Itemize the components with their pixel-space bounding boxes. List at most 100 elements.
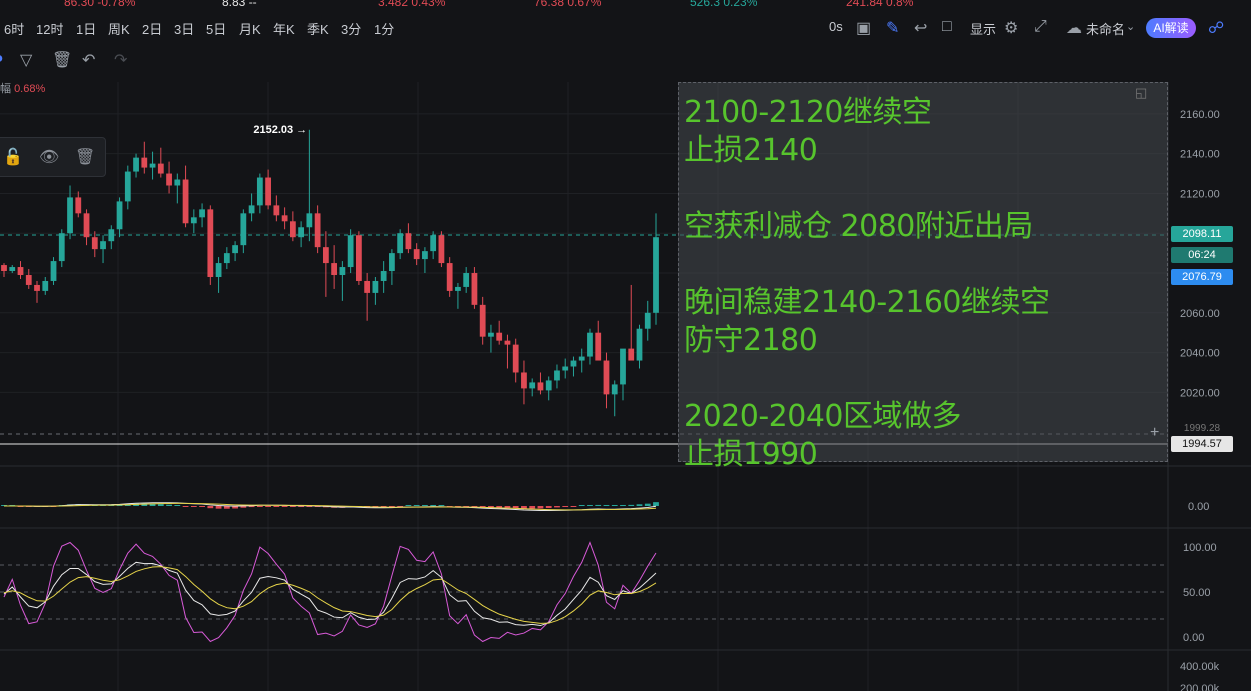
volume-axis-label: 200.00k <box>1180 683 1220 691</box>
candle-body <box>397 233 404 254</box>
candle-body <box>521 372 527 389</box>
volume-axis-label: 400.00k <box>1180 661 1220 673</box>
candle-body <box>389 253 395 272</box>
resize-handle-icon[interactable]: ◱ <box>1135 85 1147 101</box>
unlock-icon[interactable]: 🔓 <box>3 147 23 167</box>
macd-bar <box>603 505 610 506</box>
macd-bar <box>405 505 412 506</box>
candle-body <box>116 201 123 230</box>
candle-body <box>479 304 486 337</box>
macd-bar <box>157 504 164 506</box>
macd-bar <box>281 506 288 507</box>
candle-body <box>529 382 536 389</box>
candle-body <box>339 267 346 276</box>
candle-body <box>545 380 552 391</box>
candle-body <box>413 249 420 260</box>
partial-price-tag: 1999.28 <box>1183 424 1221 434</box>
candle-body <box>347 235 354 268</box>
candle-body <box>653 237 659 313</box>
macd-bar <box>595 504 602 506</box>
price-axis-label: 2040.00 <box>1180 348 1220 360</box>
eye-icon[interactable]: 👁 <box>39 147 59 167</box>
candle-body <box>322 247 329 264</box>
candle-body <box>306 213 313 228</box>
annotation-box[interactable]: 2100-2120继续空 止损2140 空获利减仓 2080附近出局 晚间稳建2… <box>678 82 1168 472</box>
candle-body <box>587 332 593 357</box>
candle-body <box>620 348 626 385</box>
candle-body <box>157 163 164 174</box>
candle-body <box>578 356 585 361</box>
price-axis-label: 2160.00 <box>1180 109 1220 121</box>
candle-body <box>265 177 271 206</box>
countdown-tag: 06:24 <box>1171 247 1233 263</box>
macd-bar <box>265 506 271 507</box>
macd-bar <box>413 505 420 506</box>
plus-icon[interactable]: + <box>1150 424 1159 442</box>
candle-body <box>75 197 82 214</box>
candle-body <box>100 241 106 250</box>
macd-bar <box>578 505 585 506</box>
price-axis-label: 2120.00 <box>1180 188 1220 200</box>
candle-body <box>422 251 428 260</box>
candle-body <box>380 271 387 281</box>
candle-body <box>554 370 560 381</box>
candle-body <box>595 332 602 361</box>
candle-body <box>223 253 230 264</box>
candle-body <box>174 179 181 186</box>
current-price-tag: 2098.11 <box>1171 226 1233 242</box>
candle-body <box>628 348 635 361</box>
candle-body <box>512 344 519 373</box>
candle-body <box>108 229 115 242</box>
candle-body <box>9 267 16 272</box>
candle-body <box>133 157 139 172</box>
price-axis-label: 2140.00 <box>1180 149 1220 161</box>
candle-body <box>207 209 214 277</box>
candle-body <box>248 205 255 214</box>
macd-bar <box>182 506 189 507</box>
candle-body <box>644 312 651 329</box>
candle-body <box>50 261 57 281</box>
candle-body <box>496 332 503 341</box>
macd-bar <box>190 506 197 507</box>
macd-bar <box>166 504 172 506</box>
candle-body <box>1 265 7 272</box>
candle-body <box>471 273 478 305</box>
macd-bar <box>611 505 618 506</box>
kdj-axis-label: 100.00 <box>1183 542 1217 554</box>
price-axis-label: 2060.00 <box>1180 308 1220 320</box>
kdj-axis-label: 0.00 <box>1183 632 1204 644</box>
macd-bar <box>422 505 428 506</box>
drawing-object-toolbar: 🔓 👁 🗑 <box>0 137 106 177</box>
candle-body <box>124 171 131 202</box>
price-axis-label: 2020.00 <box>1180 387 1220 399</box>
macd-bar <box>529 506 536 509</box>
candle-body <box>430 235 437 252</box>
macd-bar <box>620 505 626 506</box>
candle-body <box>58 233 65 262</box>
candle-body <box>504 340 511 345</box>
note-line: 空获利减仓 2080附近出局 <box>684 209 1033 244</box>
candle-body <box>215 263 222 277</box>
candle-body <box>537 382 544 391</box>
macd-bar <box>628 504 635 506</box>
candle-body <box>42 280 49 291</box>
macd-bar <box>537 506 544 509</box>
trash-icon[interactable]: 🗑 <box>75 147 95 167</box>
macd-bar <box>438 505 445 506</box>
candle-body <box>636 328 643 361</box>
candle-body <box>199 209 205 218</box>
candle-body <box>463 273 470 287</box>
candle-body <box>603 360 610 395</box>
candle-body <box>273 205 280 216</box>
candle-body <box>83 213 90 238</box>
candle-body <box>182 179 189 224</box>
macd-bar <box>215 506 222 509</box>
candle-body <box>240 213 247 246</box>
macd-bar <box>545 506 552 508</box>
macd-bar <box>256 506 263 507</box>
candle-body <box>190 217 197 224</box>
candle-body <box>488 332 494 337</box>
macd-bar <box>562 506 569 507</box>
candle-body <box>438 235 445 264</box>
macd-bar <box>644 503 651 506</box>
